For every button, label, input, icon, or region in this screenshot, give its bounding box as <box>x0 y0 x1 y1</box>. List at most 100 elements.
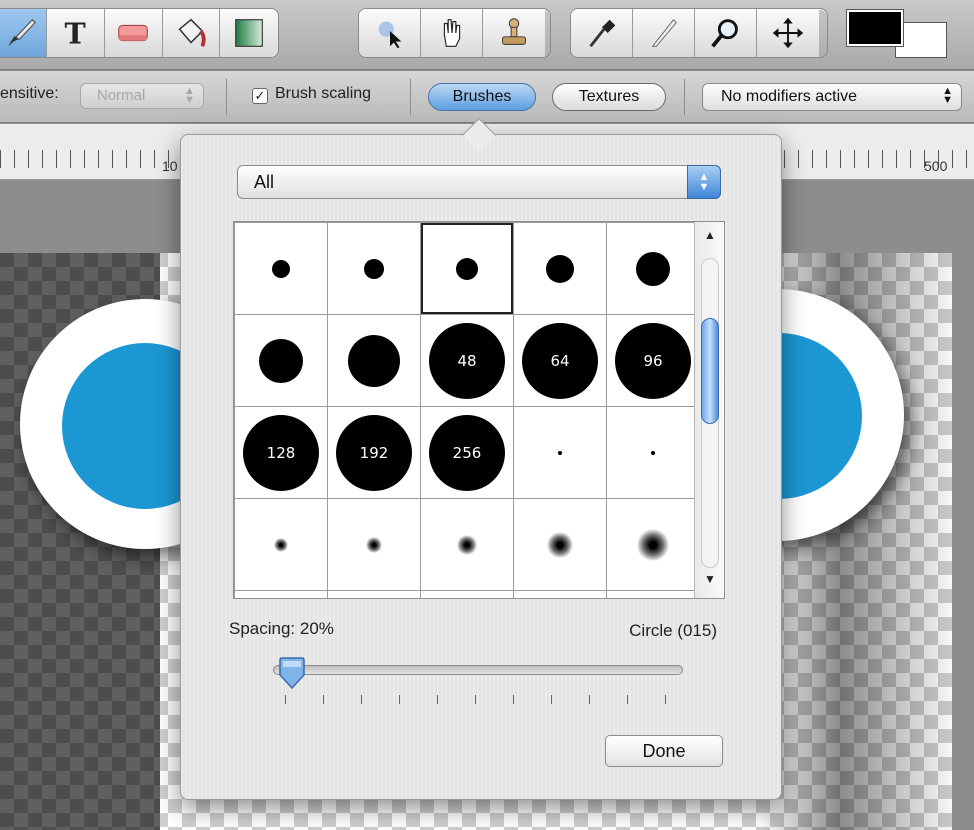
gradient-tool-button[interactable] <box>220 9 278 57</box>
tab-textures[interactable]: Textures <box>552 83 666 111</box>
hand-icon <box>443 19 460 47</box>
spacing-label: Spacing: 20% <box>229 619 334 638</box>
slider-tick <box>323 695 324 704</box>
slider-tick <box>589 695 590 704</box>
brush-grid-container: 48 64 96 128 192 256 ▲ ▼ <box>233 221 725 599</box>
slider-tick <box>627 695 628 704</box>
brush-cell[interactable]: 96 <box>607 315 699 406</box>
eyedropper-icon <box>588 19 615 48</box>
options-bar: ensitive: Normal ▲ ▼ ✓ Brush scaling Brus… <box>0 71 974 123</box>
popup-arrows-icon: ▲ ▼ <box>942 85 953 106</box>
select-tool-button[interactable] <box>359 9 421 57</box>
brush-cell[interactable] <box>328 591 420 598</box>
brush-preview: 96 <box>615 322 691 399</box>
brush-preview <box>651 450 655 455</box>
brush-cell[interactable] <box>421 499 513 590</box>
ruler-label: 500 <box>924 158 948 174</box>
color-well[interactable] <box>846 9 947 58</box>
brush-scaling-checkbox[interactable]: ✓ <box>252 88 268 104</box>
slider-tick <box>665 695 666 704</box>
brush-cell[interactable]: 64 <box>514 315 606 406</box>
move-arrows-icon <box>772 17 804 49</box>
scroll-thumb[interactable] <box>701 318 719 424</box>
brush-category-value: All <box>254 172 275 192</box>
brush-cell[interactable] <box>328 223 420 314</box>
mode-popup: Normal ▲ ▼ <box>80 83 204 109</box>
brush-cell[interactable] <box>421 591 513 598</box>
zoom-tool-button[interactable] <box>695 9 757 57</box>
brush-cell[interactable] <box>235 499 327 590</box>
brush-cell[interactable] <box>607 591 699 598</box>
separator <box>226 79 227 115</box>
brush-preview <box>259 338 303 383</box>
tab-brushes[interactable]: Brushes <box>428 83 536 111</box>
done-button[interactable]: Done <box>605 735 723 767</box>
brush-preview <box>456 257 478 280</box>
popup-arrows-icon: ▲ ▼ <box>184 85 195 106</box>
modifiers-popup-value: No modifiers active <box>721 88 858 105</box>
text-tool-button[interactable]: T <box>47 9 105 57</box>
paint-tools-group: T <box>0 8 279 58</box>
brush-category-popup[interactable]: All ▲ ▼ <box>237 165 721 199</box>
brush-cell[interactable] <box>235 315 327 406</box>
svg-text:T: T <box>65 16 86 50</box>
brush-preview <box>348 334 400 387</box>
slider-tick <box>399 695 400 704</box>
brush-cell[interactable] <box>514 591 606 598</box>
magnifier-icon <box>710 19 738 48</box>
move-tool-button[interactable] <box>757 9 819 57</box>
scroll-down-arrow-icon[interactable]: ▼ <box>695 572 724 596</box>
brush-cell[interactable] <box>514 223 606 314</box>
fill-tool-button[interactable] <box>162 9 221 57</box>
eraser-icon <box>118 24 148 42</box>
brush-cell[interactable] <box>421 223 513 314</box>
scroll-up-arrow-icon[interactable]: ▲ <box>695 228 724 252</box>
stamp-tool-button[interactable] <box>483 9 545 57</box>
ruler-label: 10 <box>162 158 178 174</box>
separator <box>410 79 411 115</box>
foreground-color-swatch[interactable] <box>846 9 904 47</box>
brush-preview <box>366 536 382 553</box>
brush-cell[interactable] <box>514 407 606 498</box>
brush-cell[interactable]: 256 <box>421 407 513 498</box>
brush-preview <box>636 251 670 286</box>
brush-cell[interactable] <box>235 591 327 598</box>
slider-tick <box>361 695 362 704</box>
brush-cell[interactable] <box>607 407 699 498</box>
slider-tick <box>475 695 476 704</box>
slider-tick <box>285 695 286 704</box>
brush-cell[interactable]: 128 <box>235 407 327 498</box>
text-icon: T <box>65 16 86 50</box>
brush-cell[interactable]: 192 <box>328 407 420 498</box>
brush-icon <box>8 18 36 47</box>
brush-cell[interactable] <box>514 499 606 590</box>
knife-tool-button[interactable] <box>633 9 695 57</box>
brush-cell[interactable] <box>328 499 420 590</box>
brush-preview <box>558 450 562 455</box>
brush-cell[interactable] <box>607 223 699 314</box>
brush-preview: 256 <box>429 414 505 491</box>
brush-cell[interactable] <box>235 223 327 314</box>
brush-preview <box>546 254 574 283</box>
brush-preview: 128 <box>243 414 319 491</box>
eyedropper-tool-button[interactable] <box>571 9 633 57</box>
brush-tool-button[interactable] <box>0 9 48 57</box>
hand-tool-button[interactable] <box>421 9 483 57</box>
spacing-slider-thumb[interactable] <box>277 657 307 689</box>
brush-cell[interactable] <box>328 315 420 406</box>
brush-preview <box>364 258 384 279</box>
popup-arrows-icon: ▲ ▼ <box>687 165 721 199</box>
brush-preview: 192 <box>336 414 412 491</box>
slider-tick <box>551 695 552 704</box>
paint-bucket-icon <box>178 18 206 47</box>
brush-preview <box>274 537 288 552</box>
eraser-tool-button[interactable] <box>104 9 163 57</box>
modifiers-popup[interactable]: No modifiers active ▲ ▼ <box>702 83 962 111</box>
brush-grid-scrollbar[interactable]: ▲ ▼ <box>694 222 724 598</box>
utility-tools-group <box>570 8 828 58</box>
spacing-slider-track[interactable] <box>273 665 683 675</box>
brush-cell[interactable] <box>607 499 699 590</box>
selection-tools-group <box>358 8 551 58</box>
brush-preview <box>272 259 290 278</box>
brush-cell[interactable]: 48 <box>421 315 513 406</box>
